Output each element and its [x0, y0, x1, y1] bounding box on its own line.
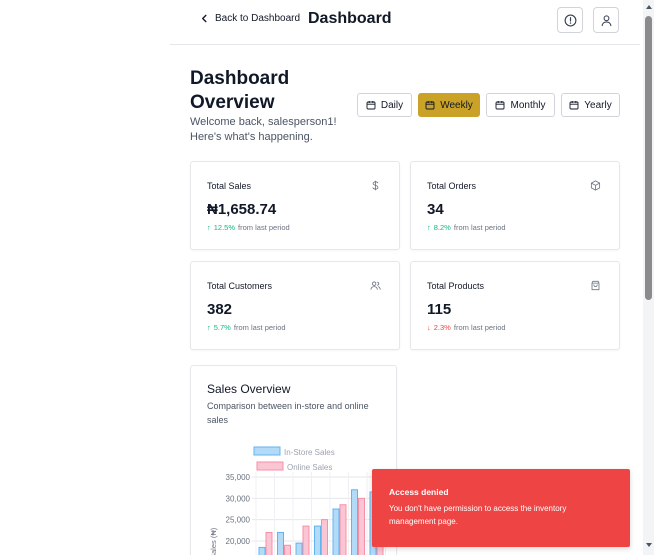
bar-instore [351, 489, 358, 555]
stat-change: ↑ 8.2% from last period [427, 223, 506, 232]
arrow-up-icon: ↑ [427, 223, 431, 232]
y-tick-label: 20,000 [226, 537, 251, 546]
calendar-icon [425, 101, 435, 110]
bag-icon [591, 280, 600, 291]
legend-label-instore: In-Store Sales [284, 448, 335, 457]
period-label: Monthly [510, 99, 546, 111]
scroll-up-arrow-icon[interactable] [646, 5, 652, 9]
welcome-message: Welcome back, salesperson1! Here's what'… [190, 116, 337, 143]
sales-overview-title: Sales Overview [207, 382, 291, 396]
bar-instore [332, 508, 340, 555]
arrow-up-icon: ↑ [207, 323, 211, 332]
y-tick-label: 30,000 [226, 494, 251, 503]
scrollbar-thumb[interactable] [645, 16, 652, 300]
scrollbar[interactable] [643, 0, 654, 555]
stat-label: Total Customers [207, 281, 273, 291]
alert-circle-icon [564, 14, 576, 26]
box-icon [590, 180, 601, 191]
legend-label-online: Online Sales [287, 463, 332, 472]
app-window: Back to Dashboard Dashboard Dashboard Ov… [0, 0, 654, 555]
bar-instore [295, 542, 303, 555]
period-button-weekly[interactable]: Weekly [418, 93, 480, 117]
sales-overview-card: Sales Overview Comparison between in-sto… [190, 365, 397, 555]
legend-swatch-instore [253, 446, 281, 456]
top-bar: Back to Dashboard Dashboard [170, 0, 640, 45]
period-label: Yearly [584, 99, 612, 111]
arrow-up-icon: ↑ [207, 223, 211, 232]
stat-change-percent: 8.2% [433, 223, 451, 232]
dollar-icon [372, 180, 379, 191]
access-denied-toast[interactable]: Access denied You don't have permission … [372, 469, 630, 547]
back-link-label: Back to Dashboard [215, 13, 301, 24]
period-label: Daily [380, 99, 404, 111]
period-button-yearly[interactable]: Yearly [561, 93, 620, 117]
page-title: Dashboard [308, 10, 392, 27]
stat-change-percent: 2.3% [433, 323, 451, 332]
y-tick-label: 35,000 [226, 473, 251, 482]
bar-instore [258, 546, 266, 555]
user-icon [601, 14, 611, 26]
stat-card-total-orders: Total Orders 34 ↑ 8.2% from last period [410, 161, 620, 250]
legend-swatch-online [256, 461, 284, 471]
stat-change-suffix: from last period [238, 223, 290, 232]
stat-value: 34 [427, 201, 444, 218]
alert-button[interactable] [557, 7, 583, 33]
stat-change-percent: 5.7% [213, 323, 231, 332]
period-button-monthly[interactable]: Monthly [486, 93, 555, 117]
sales-overview-subtitle: Comparison between in-store and online s… [207, 401, 369, 425]
y-axis-label: Sales (₦) [209, 527, 218, 555]
stat-label: Total Products [427, 281, 485, 291]
bar-online [339, 504, 347, 555]
stat-change: ↓ 2.3% from last period [427, 323, 506, 332]
stat-change-suffix: from last period [233, 323, 286, 332]
y-tick-label: 25,000 [226, 516, 251, 525]
period-label: Weekly [440, 99, 473, 111]
stat-label: Total Sales [207, 181, 252, 191]
stat-change-suffix: from last period [453, 223, 506, 232]
scroll-down-arrow-icon[interactable] [646, 543, 652, 547]
chevron-left-icon [202, 14, 207, 23]
stat-change: ↑ 12.5% from last period [207, 223, 290, 232]
bar-online [302, 525, 310, 555]
bar-online [321, 519, 328, 555]
stat-card-total-products: Total Products 115 ↓ 2.3% from last peri… [410, 261, 620, 350]
bar-instore [314, 525, 321, 555]
period-button-daily[interactable]: Daily [357, 93, 412, 117]
stat-card-total-customers: Total Customers 382 ↑ 5.7% from last per… [190, 261, 400, 350]
bar-online [265, 531, 273, 555]
stat-value: 382 [207, 301, 233, 318]
stat-change-percent: 12.5% [213, 223, 236, 232]
arrow-down-icon: ↓ [427, 323, 431, 332]
stat-value: 115 [427, 301, 452, 318]
toast-title: Access denied [389, 487, 449, 497]
bar-online [284, 544, 291, 555]
back-to-dashboard-link[interactable]: Back to Dashboard [200, 13, 300, 24]
toast-message: You don't have permission to access the … [389, 504, 567, 526]
stat-change: ↑ 5.7% from last period [207, 323, 286, 332]
sales-chart: In-Store Sales Online Sales Sales (₦) 35… [209, 446, 396, 555]
user-profile-button[interactable] [593, 7, 619, 33]
stat-label: Total Orders [427, 181, 477, 191]
overview-title: Dashboard Overview [190, 68, 290, 113]
bar-instore [277, 531, 284, 555]
users-icon [370, 281, 381, 290]
stat-change-suffix: from last period [453, 323, 506, 332]
calendar-icon [496, 101, 505, 110]
calendar-icon [366, 101, 376, 110]
calendar-icon [569, 101, 579, 110]
bar-online [358, 497, 365, 555]
stat-card-total-sales: Total Sales ₦1,658.74 ↑ 12.5% from last … [190, 161, 400, 250]
stat-value: ₦1,658.74 [207, 201, 277, 218]
